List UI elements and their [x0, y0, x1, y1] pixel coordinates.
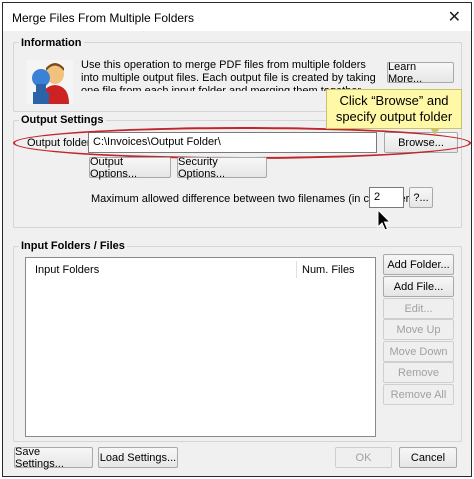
column-divider[interactable] — [296, 261, 297, 278]
move-up-button[interactable]: Move Up — [383, 319, 454, 340]
information-text: Use this operation to merge PDF files fr… — [81, 59, 376, 91]
load-settings-button[interactable]: Load Settings... — [98, 447, 178, 468]
title-bar: Merge Files From Multiple Folders ✕ — [3, 3, 471, 31]
close-icon[interactable]: ✕ — [448, 7, 461, 27]
dialog-window: Merge Files From Multiple Folders ✕ Info… — [2, 2, 472, 477]
remove-button[interactable]: Remove — [383, 362, 454, 383]
column-header-input-folders[interactable]: Input Folders — [35, 264, 99, 276]
information-group-title: Information — [19, 37, 84, 49]
edit-button[interactable]: Edit... — [383, 298, 454, 319]
cancel-button[interactable]: Cancel — [399, 447, 457, 468]
learn-more-button[interactable]: Learn More... — [387, 61, 454, 85]
output-folder-field[interactable]: C:\Invoices\Output Folder\ — [88, 132, 377, 153]
security-options-button[interactable]: Security Options... — [177, 156, 267, 180]
add-folder-button[interactable]: Add Folder... — [383, 254, 454, 275]
output-folder-label: Output folder: — [27, 137, 94, 149]
browse-button[interactable]: Browse... — [384, 132, 458, 153]
add-file-button[interactable]: Add File... — [383, 276, 454, 297]
help-button[interactable]: ?... — [409, 187, 433, 208]
callout-pointer — [430, 128, 440, 135]
input-folders-list[interactable]: Input Folders Num. Files — [25, 257, 376, 437]
user-support-icon — [27, 60, 73, 104]
max-difference-input[interactable]: 2 — [369, 187, 404, 208]
callout-tooltip: Click “Browse” and specify output folder — [326, 89, 462, 129]
output-options-button[interactable]: Output Options... — [89, 156, 171, 180]
ok-button[interactable]: OK — [335, 447, 392, 468]
remove-all-button[interactable]: Remove All — [383, 384, 454, 405]
window-title: Merge Files From Multiple Folders — [12, 11, 195, 25]
list-header: Input Folders Num. Files — [26, 258, 375, 280]
output-settings-title: Output Settings — [19, 114, 106, 126]
save-settings-button[interactable]: Save Settings... — [14, 446, 93, 470]
mouse-pointer-icon — [377, 209, 392, 231]
input-folders-title: Input Folders / Files — [19, 240, 127, 252]
column-header-num-files[interactable]: Num. Files — [302, 264, 355, 276]
move-down-button[interactable]: Move Down — [383, 341, 454, 362]
